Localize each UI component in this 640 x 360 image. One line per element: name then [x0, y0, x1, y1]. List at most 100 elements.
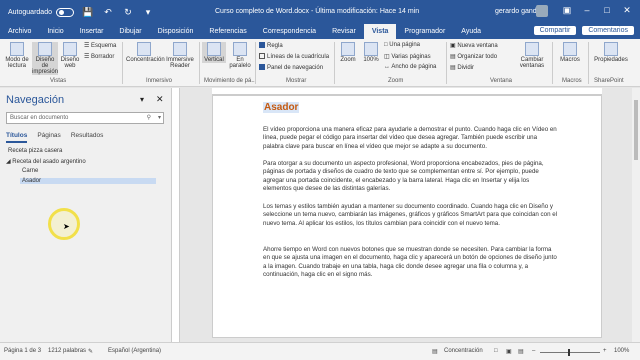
- read-mode-icon[interactable]: □: [494, 348, 498, 354]
- proofing-icon[interactable]: ✎: [88, 348, 93, 355]
- tab-titulos[interactable]: Títulos: [6, 132, 28, 143]
- paragraph[interactable]: Los temas y estilos también ayudan a man…: [263, 203, 559, 228]
- scrollbar-thumb[interactable]: [634, 100, 638, 160]
- zoom-slider[interactable]: [540, 349, 600, 356]
- tab-programador[interactable]: Programador: [396, 24, 453, 39]
- pane-options-icon[interactable]: ▾: [140, 95, 144, 104]
- language[interactable]: Español (Argentina): [108, 348, 161, 354]
- heading-carne[interactable]: Carne: [22, 168, 38, 174]
- heading-asador[interactable]: Asador: [20, 178, 156, 184]
- print-layout-icon[interactable]: ▣: [506, 348, 512, 355]
- share-button[interactable]: Compartir: [533, 26, 577, 35]
- document-heading[interactable]: Asador: [263, 102, 300, 113]
- zoom-in-icon[interactable]: +: [603, 348, 607, 354]
- avatar[interactable]: [536, 5, 548, 17]
- paragraph[interactable]: Para otorgar a su documento un aspecto p…: [263, 160, 559, 194]
- autosave-label: Autoguardado: [8, 8, 52, 16]
- tab-referencias[interactable]: Referencias: [201, 24, 254, 39]
- web-layout-button[interactable]: Diseño web: [60, 42, 80, 69]
- zoom-100-icon: [364, 42, 378, 56]
- focus-mode[interactable]: Concentración: [444, 348, 483, 354]
- autosave[interactable]: Autoguardado: [8, 7, 74, 17]
- page-count[interactable]: Página 1 de 3: [4, 348, 41, 354]
- zoom-100-button[interactable]: 100%: [361, 42, 381, 63]
- tab-revisar[interactable]: Revisar: [324, 24, 364, 39]
- outline-icon: ☰: [84, 43, 92, 49]
- autosave-toggle[interactable]: [55, 7, 74, 17]
- outline-button[interactable]: ☰ Esquema: [84, 42, 116, 49]
- save-icon[interactable]: 💾: [82, 7, 94, 18]
- zoom-button[interactable]: Zoom: [337, 42, 359, 63]
- tab-resultados[interactable]: Resultados: [71, 132, 104, 143]
- close-icon[interactable]: ✕: [156, 94, 164, 105]
- zoom-out-icon[interactable]: –: [532, 348, 535, 354]
- macros-icon: [563, 42, 577, 56]
- search-input[interactable]: Buscar en documento ⚲ ▾: [6, 112, 164, 124]
- one-page-button[interactable]: □ Una página: [384, 42, 420, 48]
- status-bar: Página 1 de 3 1212 palabras ✎ Español (A…: [0, 342, 640, 360]
- document-title: Curso completo de Word.docx - Última mod…: [215, 8, 420, 15]
- draft-icon: ☰: [84, 54, 92, 60]
- properties-button[interactable]: Propiedades: [592, 42, 630, 63]
- multiple-pages-button[interactable]: ◫ Varias páginas: [384, 53, 431, 60]
- divider: [334, 42, 335, 84]
- checkbox-checked: [259, 64, 265, 70]
- tab-insertar[interactable]: Insertar: [72, 24, 112, 39]
- tab-inicio[interactable]: Inicio: [39, 24, 71, 39]
- focus-mode-icon[interactable]: ▤: [432, 348, 438, 355]
- redo-icon[interactable]: ↻: [122, 7, 134, 18]
- immersive-reader-button[interactable]: Immersive Reader: [164, 42, 196, 69]
- search-icon[interactable]: ⚲: [147, 113, 151, 123]
- heading-receta-pizza[interactable]: Receta pizza casera: [8, 148, 62, 154]
- gridlines-checkbox[interactable]: Líneas de la cuadrícula: [259, 53, 329, 60]
- quick-access-dropdown-icon[interactable]: ▾: [142, 7, 154, 18]
- title-bar: Autoguardado 💾 ↶ ↻ ▾ Curso completo de W…: [0, 0, 640, 24]
- switch-windows-button[interactable]: Cambiar ventanas: [518, 42, 546, 69]
- vertical-button[interactable]: Vertical: [202, 42, 226, 63]
- maximize-icon[interactable]: □: [600, 5, 614, 15]
- tab-archivo[interactable]: Archivo: [0, 24, 39, 39]
- tab-correspondencia[interactable]: Correspondencia: [255, 24, 324, 39]
- macros-button[interactable]: Macros: [556, 42, 584, 63]
- tab-ayuda[interactable]: Ayuda: [453, 24, 489, 39]
- side-by-side-button[interactable]: En paralelo: [228, 42, 252, 69]
- vertical-scrollbar[interactable]: [632, 88, 640, 342]
- ruler-checkbox[interactable]: Regla: [259, 42, 283, 49]
- print-layout-button[interactable]: Diseño de impresión: [32, 42, 58, 75]
- draft-button[interactable]: ☰ Borrador: [84, 53, 114, 60]
- zoom-level[interactable]: 100%: [614, 348, 629, 354]
- group-sharepoint: SharePoint: [594, 78, 624, 84]
- paragraph[interactable]: Ahorre tiempo en Word con nuevos botones…: [263, 246, 559, 280]
- web-layout-icon[interactable]: ▤: [518, 348, 524, 355]
- tab-paginas[interactable]: Páginas: [37, 132, 61, 143]
- heading-receta-asado[interactable]: ◢ Receta del asado argentino: [6, 158, 86, 165]
- tab-vista[interactable]: Vista: [363, 24, 397, 39]
- reading-mode-button[interactable]: Modo de lectura: [4, 42, 30, 69]
- paragraph[interactable]: El vídeo proporciona una manera eficaz p…: [263, 126, 559, 151]
- tab-disposicion[interactable]: Disposición: [150, 24, 202, 39]
- properties-icon: [604, 42, 618, 56]
- print-layout-icon: [38, 42, 52, 56]
- undo-icon[interactable]: ↶: [102, 7, 114, 18]
- close-icon[interactable]: ✕: [620, 5, 634, 16]
- ribbon-display-icon[interactable]: ▣: [560, 5, 574, 16]
- word-count[interactable]: 1212 palabras: [48, 348, 86, 354]
- chevron-down-icon[interactable]: ▾: [158, 113, 161, 123]
- new-window-button[interactable]: ▣ Nueva ventana: [450, 42, 498, 49]
- group-inmersivo: Inmersivo: [146, 78, 173, 84]
- split-button[interactable]: ▤ Dividir: [450, 64, 474, 71]
- group-ventana: Ventana: [490, 78, 513, 84]
- navigation-pane-checkbox[interactable]: Panel de navegación: [259, 64, 323, 71]
- document-page[interactable]: Asador El vídeo proporciona una manera e…: [212, 95, 602, 338]
- mouse-pointer-icon: ➤: [63, 222, 70, 231]
- minimize-icon[interactable]: –: [580, 5, 594, 15]
- vertical-ruler: [172, 88, 180, 342]
- divider: [122, 42, 123, 84]
- web-layout-icon: [63, 42, 77, 56]
- comments-button[interactable]: Comentarios: [582, 26, 634, 35]
- arrange-all-button[interactable]: ▤ Organizar todo: [450, 53, 497, 60]
- divider: [199, 42, 200, 84]
- page-width-button[interactable]: ↔ Ancho de página: [384, 64, 436, 70]
- tab-dibujar[interactable]: Dibujar: [111, 24, 149, 39]
- focus-button[interactable]: Concentración: [126, 42, 165, 63]
